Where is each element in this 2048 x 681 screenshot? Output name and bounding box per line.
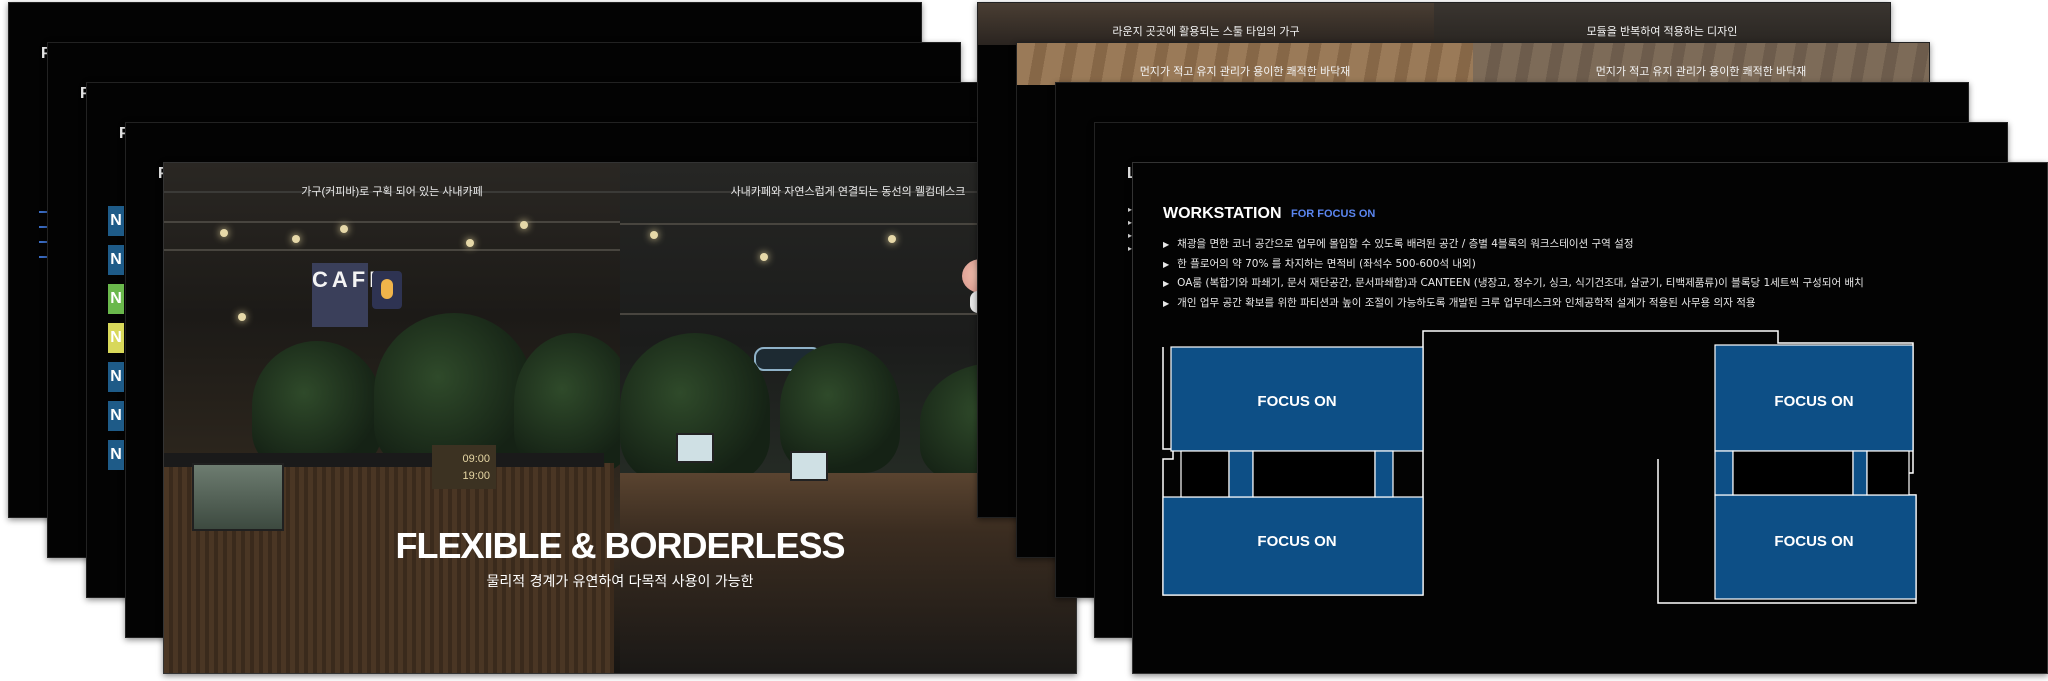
floor-plan-diagram: FOCUS ON FOCUS ON FOCUS ON FOCUS ON — [1162, 330, 1917, 604]
caption-flooring-right: 먼지가 적고 유지 관리가 용이한 쾌적한 바닥재 — [1595, 66, 1807, 78]
zone-label: FOCUS ON — [1257, 533, 1336, 550]
caption-stool-furniture: 라운지 곳곳에 활용되는 스툴 타입의 가구 — [1112, 26, 1300, 38]
corridor — [1714, 450, 1734, 496]
slide-flexible-borderless[interactable]: CAFE 09:00 19:00 가구(커피바)로 구획 되어 있는 사내카페 … — [163, 162, 1077, 674]
hand-sign-icon — [372, 271, 402, 309]
slide-subheadline: 물리적 경계가 유연하여 다목적 사용이 가능한 — [486, 574, 754, 590]
drink-fridge — [192, 463, 284, 531]
color-tab[interactable]: N — [108, 401, 124, 431]
color-tab[interactable]: N — [108, 362, 124, 392]
caption-flooring-left: 먼지가 적고 유지 관리가 용이한 쾌적한 바닥재 — [1139, 66, 1351, 78]
caption-cafe: 가구(커피바)로 구획 되어 있는 사내카페 — [301, 186, 483, 198]
corridor — [1852, 450, 1868, 496]
slide-workstation[interactable]: WORKSTATION FOR FOCUS ON ▶ 채광을 면한 코너 공간으로… — [1132, 162, 2048, 674]
core-room — [1252, 450, 1376, 498]
core-room — [1180, 450, 1230, 498]
color-tab[interactable]: N — [108, 206, 124, 236]
hours-open: 09:00 — [462, 453, 490, 465]
zone-label: FOCUS ON — [1257, 393, 1336, 410]
color-tab-column: NNNNNNN — [108, 206, 124, 479]
core-room — [1732, 450, 1854, 496]
cafe-sign: CAFE — [312, 263, 384, 327]
zone-label: FOCUS ON — [1774, 533, 1853, 550]
corridor — [1374, 450, 1394, 498]
color-tab[interactable]: N — [108, 284, 124, 314]
color-tab[interactable]: N — [108, 440, 124, 470]
corridor — [1228, 450, 1254, 498]
hours-sign: 09:00 19:00 — [432, 445, 496, 489]
caption-module-design: 모듈을 반복하여 적용하는 디자인 — [1586, 26, 1738, 38]
color-tab[interactable]: N — [108, 245, 124, 275]
hours-close: 19:00 — [462, 470, 490, 482]
core-room — [1866, 450, 1910, 496]
cafe-photo: CAFE 09:00 19:00 — [164, 163, 634, 673]
color-tab[interactable]: N — [108, 323, 124, 353]
zone-label: FOCUS ON — [1774, 393, 1853, 410]
slide-headline: FLEXIBLE & BORDERLESS — [395, 525, 845, 566]
